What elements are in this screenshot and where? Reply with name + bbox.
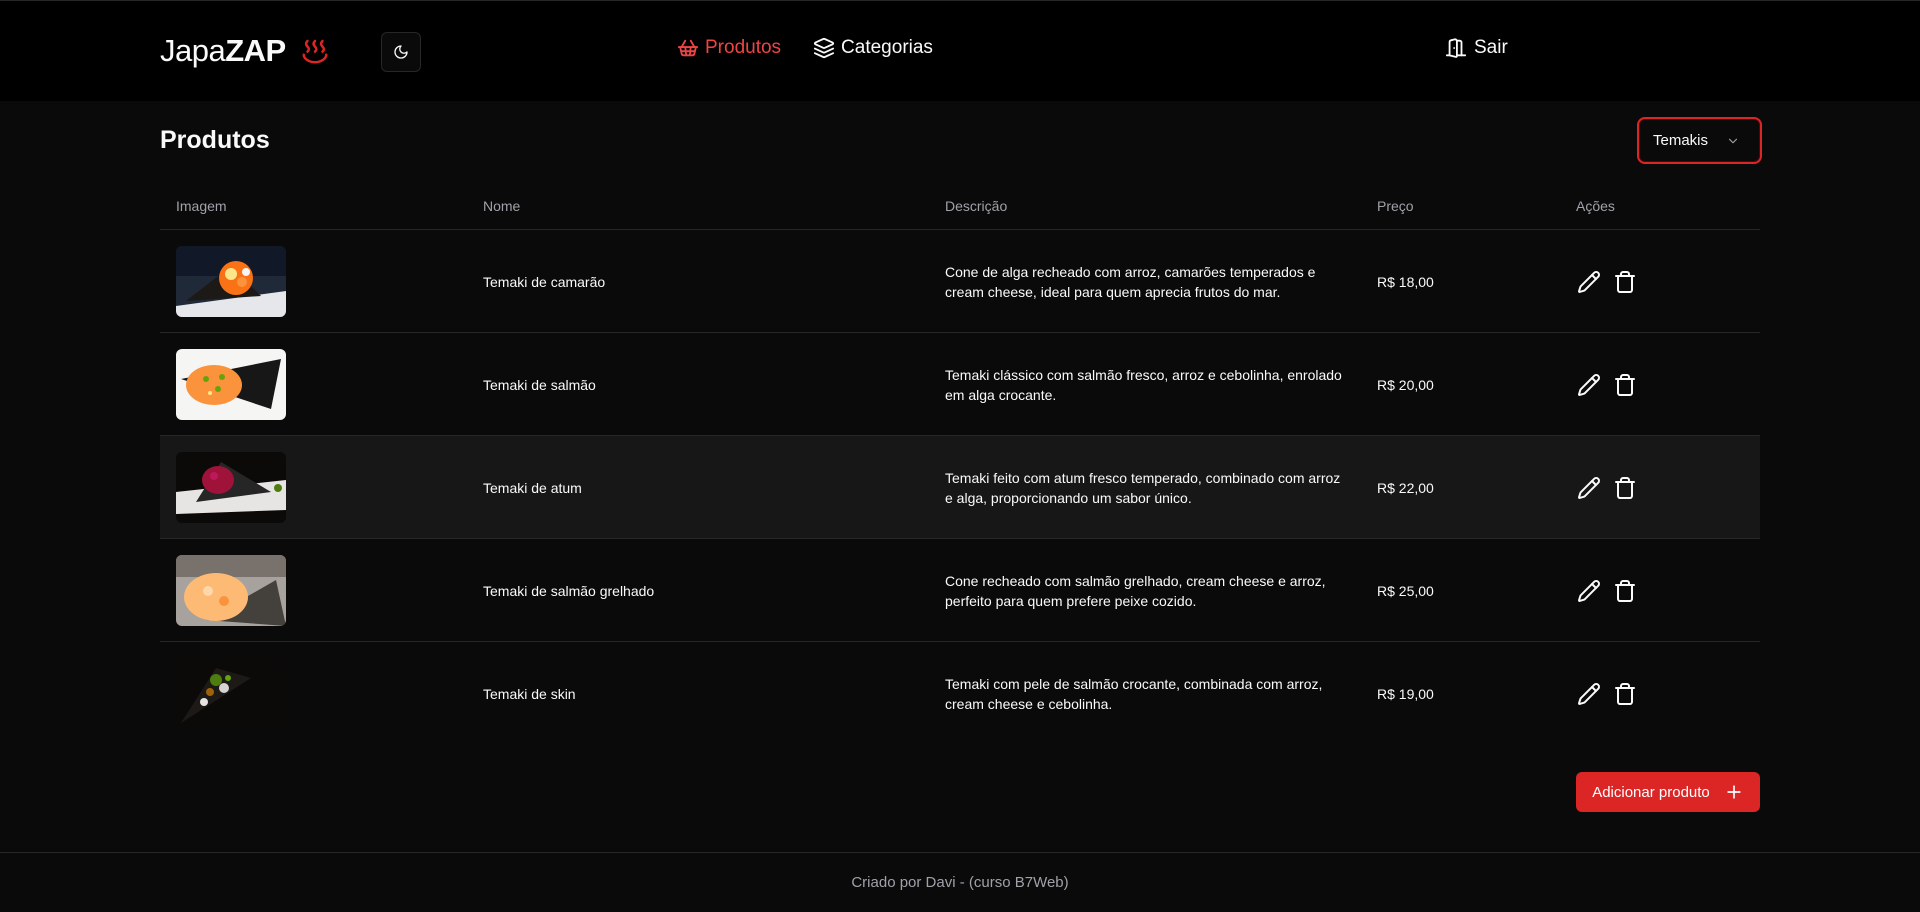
product-description: Temaki com pele de salmão crocante, comb… [945,675,1323,712]
row-actions [1576,333,1638,436]
main-nav: Produtos Categorias [677,37,933,59]
delete-button[interactable] [1612,269,1638,295]
trash-icon [1615,682,1635,705]
table-row[interactable]: Temaki de atum Temaki feito com atum fre… [160,436,1760,539]
logout-label: Sair [1474,37,1508,58]
logout-button[interactable]: Sair [1445,37,1508,59]
table-row[interactable]: Temaki de skin Temaki com pele de salmão… [160,642,1760,745]
chevron-down-icon [1728,138,1738,143]
footer-credit: Criado por Davi - (curso B7Web) [851,874,1069,891]
row-actions [1576,230,1638,333]
top-header: JapaZAP Produtos Categorias Sair [0,0,1920,101]
product-name: Temaki de salmão grelhado [483,582,655,599]
header-acoes: Ações [1576,198,1615,214]
flame-icon [300,36,330,66]
product-price: R$ 25,00 [1377,582,1434,599]
product-image [176,452,286,523]
table-row[interactable]: Temaki de camarão Cone de alga recheado … [160,230,1760,333]
pencil-icon [1578,476,1600,499]
product-name: Temaki de camarão [483,273,606,290]
product-description: Cone de alga recheado com arroz, camarõe… [945,263,1316,300]
basket-icon [677,39,699,57]
table-header: Imagem Nome Descrição Preço Ações [160,185,1760,230]
page-title: Produtos [160,126,270,154]
product-image [176,349,286,420]
edit-button[interactable] [1576,372,1602,398]
nav-label-categorias: Categorias [841,37,933,58]
theme-toggle-button[interactable] [381,32,421,72]
delete-button[interactable] [1612,681,1638,707]
delete-button[interactable] [1612,475,1638,501]
product-description: Cone recheado com salmão grelhado, cream… [945,572,1326,609]
moon-icon [394,45,408,59]
plus-icon [1727,785,1741,799]
trash-icon [1615,476,1635,499]
layers-icon [813,37,835,59]
product-name: Temaki de atum [483,479,582,496]
product-price: R$ 20,00 [1377,376,1434,393]
edit-button[interactable] [1576,269,1602,295]
delete-button[interactable] [1612,372,1638,398]
category-select-value: Temakis [1653,132,1709,149]
page-footer: Criado por Davi - (curso B7Web) [0,852,1920,912]
brand-name-bold: ZAP [225,33,286,68]
product-price: R$ 22,00 [1377,479,1434,496]
brand-logo[interactable]: JapaZAP [160,31,330,71]
row-actions [1576,539,1638,642]
product-image [176,246,286,317]
header-preco: Preço [1377,198,1414,214]
row-actions [1576,642,1638,745]
header-imagem: Imagem [176,198,227,214]
brand-name-light: Japa [160,33,226,68]
product-description: Temaki feito com atum fresco temperado, … [945,469,1341,506]
pencil-icon [1578,579,1600,602]
nav-item-categorias[interactable]: Categorias [813,37,933,59]
nav-item-produtos[interactable]: Produtos [677,37,781,59]
product-image [176,555,286,626]
pencil-icon [1578,373,1600,396]
nav-label-produtos: Produtos [705,37,782,58]
product-price: R$ 19,00 [1377,685,1434,702]
product-name: Temaki de salmão [483,376,596,393]
pencil-icon [1578,682,1600,705]
trash-icon [1615,373,1635,396]
product-name: Temaki de skin [483,685,576,702]
edit-button[interactable] [1576,681,1602,707]
category-select[interactable]: Temakis [1637,117,1762,164]
products-table: Imagem Nome Descrição Preço Ações Temaki… [160,185,1760,745]
add-product-label: Adicionar produto [1592,783,1710,801]
table-row[interactable]: Temaki de salmão Temaki clássico com sal… [160,333,1760,436]
delete-button[interactable] [1612,578,1638,604]
product-description: Temaki clássico com salmão fresco, arroz… [945,366,1342,403]
table-row[interactable]: Temaki de salmão grelhado Cone recheado … [160,539,1760,642]
product-price: R$ 18,00 [1377,273,1434,290]
pencil-icon [1578,270,1600,293]
add-product-button[interactable]: Adicionar produto [1576,772,1760,812]
edit-button[interactable] [1576,578,1602,604]
trash-icon [1615,579,1635,602]
row-actions [1576,436,1638,539]
header-nome: Nome [483,198,521,214]
product-image [176,658,286,729]
header-descricao: Descrição [945,198,1008,214]
edit-button[interactable] [1576,475,1602,501]
door-icon [1445,38,1467,58]
trash-icon [1615,270,1635,293]
